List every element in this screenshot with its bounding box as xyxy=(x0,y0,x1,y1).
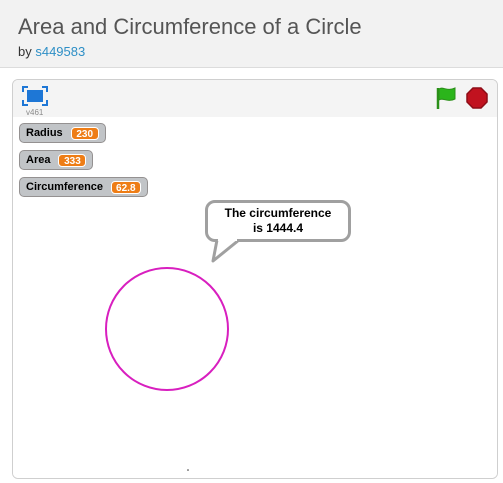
monitor-value: 230 xyxy=(70,126,99,140)
green-flag-icon[interactable] xyxy=(434,85,458,111)
speech-bubble-tail xyxy=(211,239,240,263)
monitor-label: Radius xyxy=(26,127,63,139)
monitor-radius[interactable]: Radius 230 xyxy=(19,123,106,143)
monitor-value: 333 xyxy=(58,153,87,167)
byline-prefix: by xyxy=(18,44,36,59)
fullscreen-icon[interactable] xyxy=(22,86,48,106)
stage-area[interactable]: Radius 230 Area 333 Circumference 62.8 T… xyxy=(13,117,497,478)
project-title: Area and Circumference of a Circle xyxy=(18,14,362,39)
monitor-label: Circumference xyxy=(26,181,104,193)
project-header: Area and Circumference of a Circle by s4… xyxy=(0,0,503,68)
version-label: v461 xyxy=(26,108,44,117)
monitor-label: Area xyxy=(26,154,51,166)
project-player: v461 Radius 230 Area 333 Circumference 6… xyxy=(12,79,498,479)
project-byline: by s449583 xyxy=(18,44,85,59)
stop-sign-icon[interactable] xyxy=(466,87,488,109)
monitor-area[interactable]: Area 333 xyxy=(19,150,94,170)
monitor-value: 62.8 xyxy=(111,180,141,194)
speech-bubble: The circumference is 1444.4 xyxy=(205,200,351,242)
monitor-circumference[interactable]: Circumference 62.8 xyxy=(19,177,148,197)
project-page: Area and Circumference of a Circle by s4… xyxy=(0,0,503,483)
author-link[interactable]: s449583 xyxy=(35,44,85,59)
speech-bubble-text: The circumference is 1444.4 xyxy=(224,206,332,235)
drawn-circle xyxy=(105,267,229,391)
player-toolbar: v461 xyxy=(13,80,497,118)
pen-drawing xyxy=(105,267,229,471)
sprite-dot xyxy=(187,469,189,471)
